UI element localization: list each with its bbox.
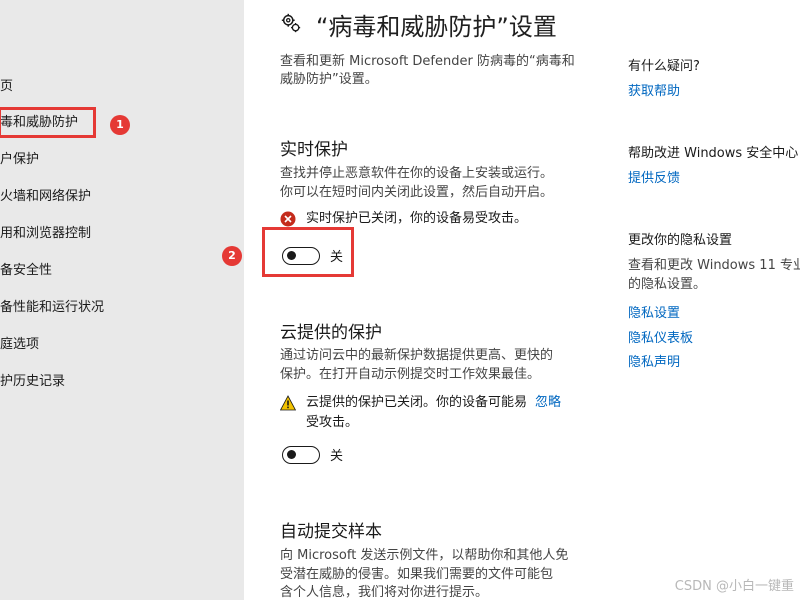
sidebar-item-home[interactable]: 页	[0, 75, 13, 99]
sidebar-item-app-browser-control[interactable]: 用和浏览器控制	[0, 222, 91, 246]
realtime-status: 实时保护已关闭，你的设备易受攻击。	[280, 209, 527, 229]
settings-gear-icon	[281, 13, 301, 33]
main-content: “病毒和威胁防护”设置 查看和更新 Microsoft Defender 防病毒…	[244, 0, 800, 600]
page-description-line2: 威胁防护”设置。	[280, 72, 378, 87]
watermark: CSDN @小白一键重	[674, 579, 794, 594]
warning-icon	[280, 395, 296, 411]
cloud-toggle[interactable]: 关	[282, 445, 343, 464]
page-title: “病毒和威胁防护”设置	[316, 13, 557, 41]
toggle-highlight-annotation	[262, 227, 354, 277]
cloud-desc-line1: 通过访问云中的最新保护数据提供更高、更快的	[280, 348, 554, 363]
error-icon	[280, 211, 296, 227]
privacy-text-line1: 查看和更改 Windows 11 专业	[628, 258, 800, 273]
sidebar-item-family-options[interactable]: 庭选项	[0, 333, 39, 357]
privacy-text-line2: 的隐私设置。	[628, 277, 707, 292]
privacy-statement-link[interactable]: 隐私声明	[628, 351, 680, 370]
cloud-desc-line2: 保护。在打开自动示例提交时工作效果最佳。	[280, 367, 541, 382]
sample-desc-line3: 含个人信息，我们将对你进行提示。	[280, 585, 489, 600]
privacy-dashboard-link[interactable]: 隐私仪表板	[628, 327, 693, 346]
realtime-desc-line1: 查找并停止恶意软件在你的设备上安装或运行。	[280, 166, 554, 181]
feedback-link[interactable]: 提供反馈	[628, 167, 680, 186]
callout-badge-2: 2	[222, 246, 242, 266]
cloud-toggle-label: 关	[330, 449, 344, 464]
sidebar-item-firewall[interactable]: 火墙和网络保护	[0, 185, 91, 209]
realtime-protection-heading: 实时保护	[280, 140, 348, 160]
cloud-status-text-line2: 受攻击。	[306, 415, 359, 430]
cloud-status-text-line1: 云提供的保护已关闭。你的设备可能易	[306, 395, 528, 410]
sidebar-item-protection-history[interactable]: 护历史记录	[0, 370, 65, 394]
questions-heading: 有什么疑问?	[628, 59, 700, 74]
cloud-toggle-switch[interactable]	[282, 445, 320, 464]
sidebar-item-device-performance[interactable]: 备性能和运行状况	[0, 296, 104, 320]
page-description-line1: 查看和更新 Microsoft Defender 防病毒的“病毒和	[280, 54, 575, 69]
privacy-heading: 更改你的隐私设置	[628, 233, 733, 248]
cloud-dismiss-link[interactable]: 忽略	[535, 393, 561, 413]
sample-desc-line2: 受潜在威胁的侵害。如果我们需要的文件可能包	[280, 567, 554, 582]
improve-heading: 帮助改进 Windows 安全中心	[628, 146, 799, 161]
sidebar-highlight-annotation	[0, 107, 96, 138]
sample-desc-line1: 向 Microsoft 发送示例文件，以帮助你和其他人免	[280, 548, 569, 563]
sample-submission-heading: 自动提交样本	[280, 522, 382, 542]
sidebar-item-device-security[interactable]: 备安全性	[0, 259, 52, 283]
sidebar-item-account-protection[interactable]: 户保护	[0, 148, 39, 172]
realtime-status-text: 实时保护已关闭，你的设备易受攻击。	[306, 211, 528, 226]
realtime-desc-line2: 你可以在短时间内关闭此设置，然后自动开启。	[280, 185, 554, 200]
get-help-link[interactable]: 获取帮助	[628, 80, 680, 99]
privacy-settings-link[interactable]: 隐私设置	[628, 302, 680, 321]
callout-badge-1: 1	[110, 115, 130, 135]
sidebar: 页 毒和威胁防护 户保护 火墙和网络保护 用和浏览器控制 备安全性 备性能和运行…	[0, 0, 244, 600]
cloud-status: 云提供的保护已关闭。你的设备可能易 受攻击。 忽略	[280, 393, 561, 433]
cloud-protection-heading: 云提供的保护	[280, 323, 382, 343]
